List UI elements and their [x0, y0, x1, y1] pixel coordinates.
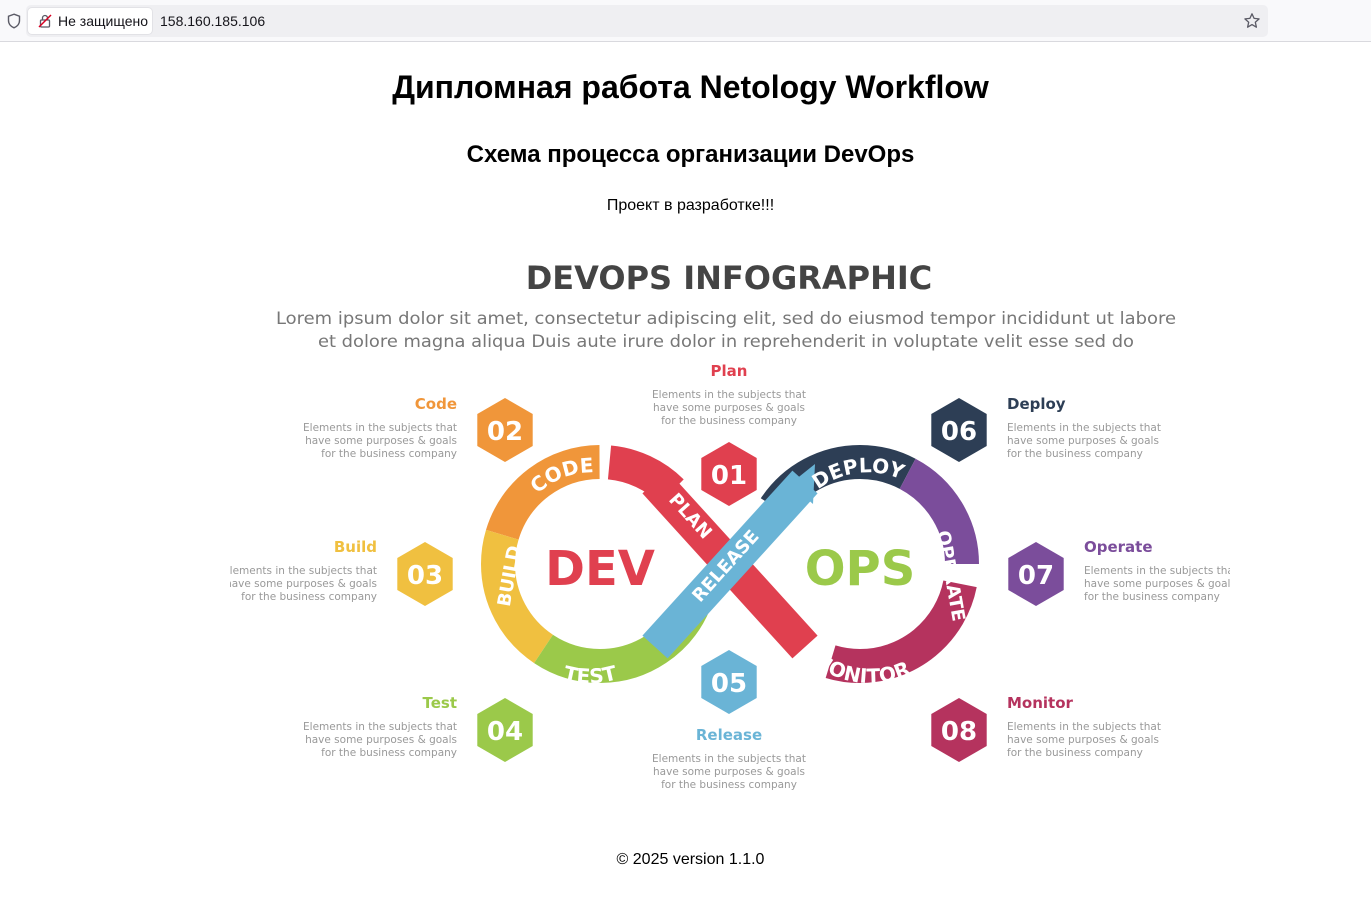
step-description-plan: Elements in the subjects that — [652, 389, 806, 401]
step-description-monitor: have some purposes & goals — [1007, 734, 1159, 746]
step-name-deploy: Deploy — [1007, 395, 1066, 413]
ring-label-test: TEST — [562, 661, 619, 689]
step-build: 03 Build Elements in the subjects thathave… — [223, 538, 453, 606]
step-description-deploy: Elements in the subjects that — [1007, 422, 1161, 434]
step-number-code: 02 — [487, 417, 523, 447]
step-description-operate: have some purposes & goals — [1084, 578, 1230, 590]
step-operate: 07 Operate Elements in the subjects thatha… — [1008, 538, 1238, 606]
browser-toolbar: Не защищено 158.160.185.106 — [0, 0, 1371, 42]
infographic-heading: DEVOPS INFOGRAPHIC — [526, 259, 933, 297]
step-description-plan: for the business company — [661, 415, 797, 427]
step-number-release: 05 — [711, 669, 747, 699]
step-description-test: have some purposes & goals — [305, 734, 457, 746]
step-description-operate: Elements in the subjects that — [1084, 565, 1230, 577]
step-name-build: Build — [334, 538, 377, 556]
step-description-plan: have some purposes & goals — [653, 402, 805, 414]
step-test: 04 Test Elements in the subjects thathave … — [303, 694, 533, 762]
devops-infographic-image: DEVOPS INFOGRAPHIC Lorem ipsum dolor sit… — [223, 252, 1238, 812]
ring-label-code: CODE — [525, 453, 594, 498]
step-deploy: 06 Deploy Elements in the subjects thathav… — [931, 395, 1161, 462]
step-description-monitor: Elements in the subjects that — [1007, 721, 1161, 733]
step-description-monitor: for the business company — [1007, 747, 1143, 759]
step-name-plan: Plan — [711, 362, 748, 380]
step-name-code: Code — [415, 395, 457, 413]
address-bar[interactable]: Не защищено 158.160.185.106 — [26, 5, 1268, 37]
step-description-code: Elements in the subjects that — [303, 422, 457, 434]
infographic-intro-line2: et dolore magna aliqua Duis aute irure d… — [318, 332, 1134, 351]
step-description-build: for the business company — [241, 591, 377, 603]
ops-label: OPS — [805, 541, 916, 597]
url-text[interactable]: 158.160.185.106 — [160, 13, 265, 29]
step-number-build: 03 — [407, 561, 443, 591]
step-number-deploy: 06 — [941, 417, 977, 447]
step-description-release: for the business company — [661, 779, 797, 791]
step-name-release: Release — [696, 726, 762, 744]
infographic-svg: DEVOPS INFOGRAPHIC Lorem ipsum dolor sit… — [223, 259, 1238, 791]
step-number-test: 04 — [487, 717, 523, 747]
step-name-operate: Operate — [1084, 538, 1153, 556]
step-description-release: have some purposes & goals — [653, 766, 805, 778]
page-content: Дипломная работа Netology Workflow Схема… — [0, 42, 1371, 904]
page-title: Дипломная работа Netology Workflow — [392, 69, 989, 105]
footer-version: © 2025 version 1.1.0 — [616, 851, 765, 868]
insecure-lock-icon — [36, 12, 54, 30]
step-description-test: for the business company — [321, 747, 457, 759]
step-number-plan: 01 — [711, 461, 747, 491]
step-monitor: 08 Monitor Elements in the subjects thatha… — [931, 694, 1161, 762]
step-description-release: Elements in the subjects that — [652, 753, 806, 765]
security-indicator[interactable]: Не защищено — [28, 8, 152, 34]
page-subtitle: Схема процесса организации DevOps — [466, 141, 915, 168]
step-number-monitor: 08 — [941, 717, 977, 747]
infographic-intro-line1: Lorem ipsum dolor sit amet, consectetur … — [276, 309, 1176, 328]
step-description-deploy: have some purposes & goals — [1007, 435, 1159, 447]
step-name-test: Test — [422, 694, 457, 712]
security-label: Не защищено — [58, 13, 148, 29]
step-number-operate: 07 — [1018, 561, 1054, 591]
step-code: 02 Code Elements in the subjects thathave … — [303, 395, 533, 462]
step-release: 05 Release Elements in the subjects thatha… — [652, 650, 806, 791]
shield-icon[interactable] — [4, 11, 24, 31]
step-description-code: for the business company — [321, 448, 457, 460]
step-description-build: have some purposes & goals — [230, 578, 377, 590]
step-description-operate: for the business company — [1084, 591, 1220, 603]
step-description-test: Elements in the subjects that — [303, 721, 457, 733]
project-status: Проект в разработке!!! — [606, 197, 775, 214]
step-description-build: Elements in the subjects that — [230, 565, 377, 577]
bookmark-star-icon[interactable] — [1242, 11, 1262, 31]
dev-label: DEV — [545, 541, 655, 597]
step-name-monitor: Monitor — [1007, 694, 1074, 712]
step-description-code: have some purposes & goals — [305, 435, 457, 447]
step-description-deploy: for the business company — [1007, 448, 1143, 460]
